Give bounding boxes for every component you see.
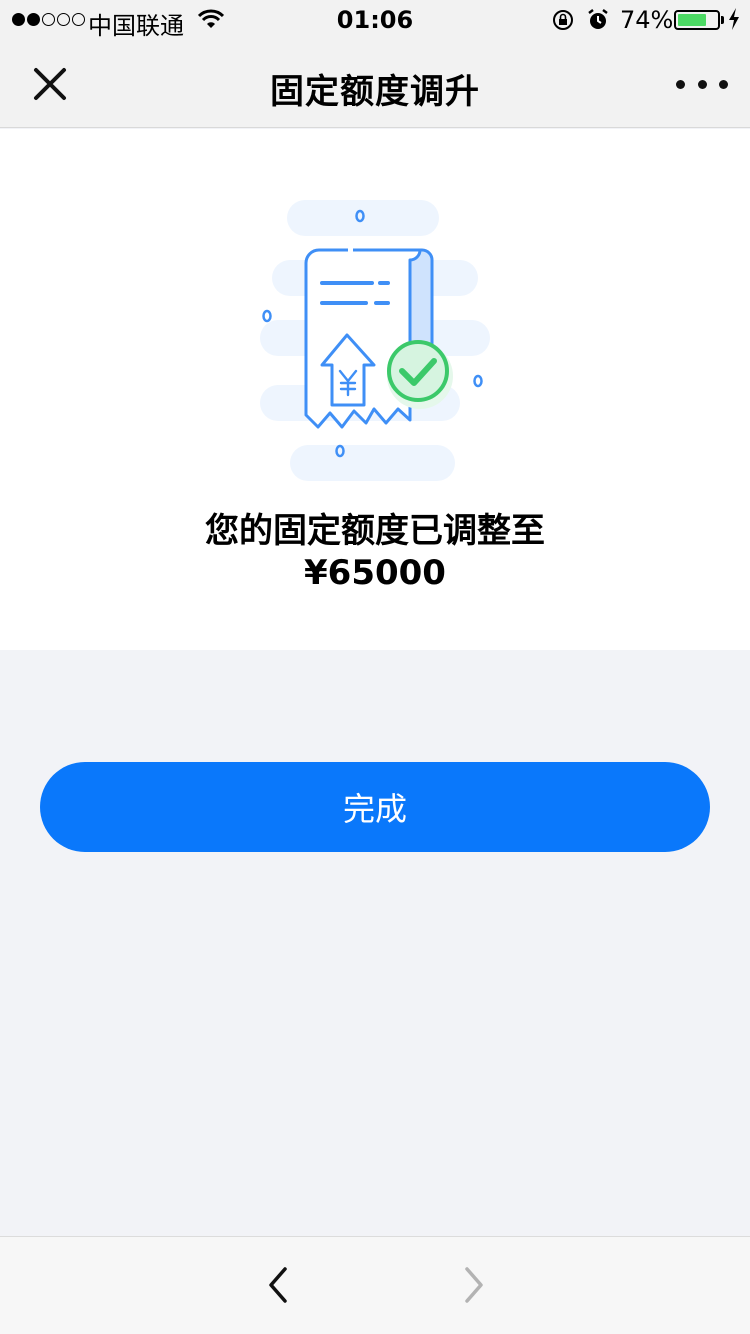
charging-bolt-icon	[729, 8, 739, 30]
back-arrow-icon[interactable]	[258, 1265, 298, 1305]
result-message: 您的固定额度已调整至	[205, 511, 545, 551]
status-bar: 中国联通 01:06 74%	[0, 0, 750, 40]
more-options-icon[interactable]	[676, 70, 728, 98]
forward-arrow-icon[interactable]	[454, 1265, 494, 1305]
rotation-lock-icon	[553, 10, 573, 30]
navigation-bar: 固定额度调升	[0, 40, 750, 128]
battery-percentage: 74%	[620, 6, 674, 34]
done-button[interactable]: 完成	[40, 762, 710, 852]
battery-icon	[674, 10, 720, 30]
alarm-icon	[588, 9, 608, 29]
browser-toolbar	[0, 1236, 750, 1334]
page-title: 固定额度调升	[270, 72, 480, 112]
limit-raised-illustration	[260, 200, 490, 481]
result-card: 您的固定额度已调整至 ¥65000	[0, 129, 750, 650]
new-limit-amount: ¥65000	[304, 553, 446, 593]
